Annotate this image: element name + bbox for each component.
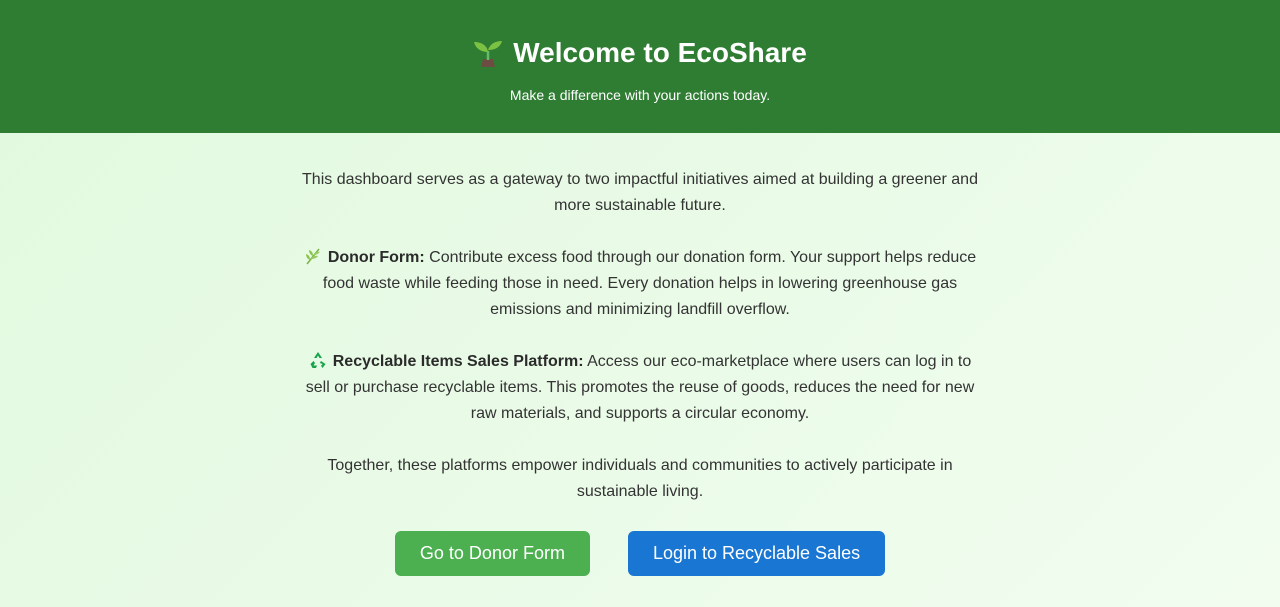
seedling-icon — [473, 38, 503, 68]
page-header: Welcome to EcoShare Make a difference wi… — [0, 0, 1280, 133]
recyclable-sales-login-button[interactable]: Login to Recyclable Sales — [627, 531, 886, 576]
main-content: This dashboard serves as a gateway to tw… — [300, 133, 980, 576]
herb-icon — [304, 247, 322, 265]
donor-description: Donor Form: Contribute excess food throu… — [300, 245, 980, 323]
recycle-platform-label: Recyclable Items Sales Platform: — [332, 353, 584, 370]
donor-form-button[interactable]: Go to Donor Form — [394, 531, 590, 576]
page-subtitle: Make a difference with your actions toda… — [509, 87, 771, 103]
intro-paragraph: This dashboard serves as a gateway to tw… — [302, 171, 978, 214]
donor-form-label: Donor Form: — [327, 249, 425, 266]
page-title: Welcome to EcoShare — [513, 37, 807, 68]
recycle-description: Recyclable Items Sales Platform: Access … — [300, 349, 980, 427]
title-row: Welcome to EcoShare — [0, 36, 1280, 70]
recycle-icon — [309, 351, 327, 369]
action-buttons: Go to Donor Form Login to Recyclable Sal… — [300, 531, 980, 576]
closing-paragraph: Together, these platforms empower indivi… — [327, 457, 953, 500]
